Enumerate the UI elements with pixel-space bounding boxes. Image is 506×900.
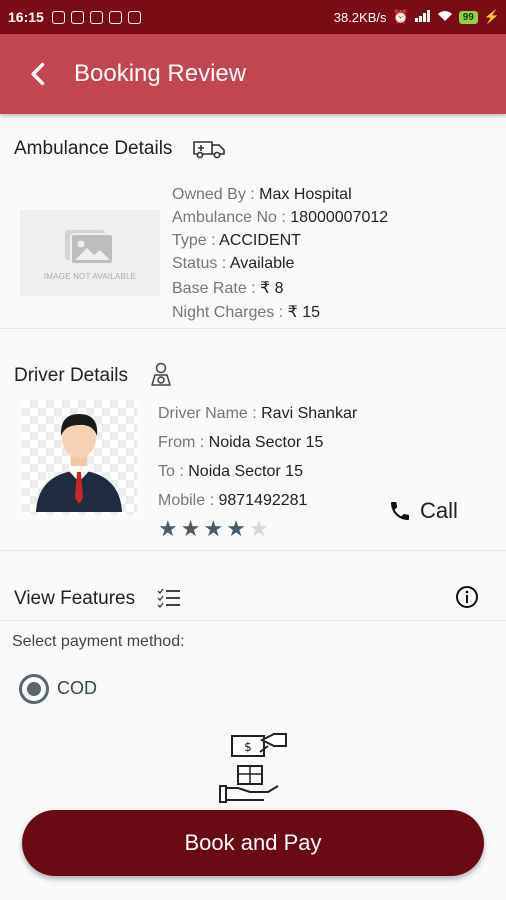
phone-icon	[391, 502, 409, 520]
app-bar: Booking Review	[0, 34, 506, 114]
star-empty-icon: ★	[248, 516, 269, 541]
ambulance-no-row: Ambulance No : 18000007012	[172, 209, 389, 226]
star-filled-icon: ★	[203, 516, 224, 541]
cash-payment-icon: $	[219, 733, 287, 803]
base-rate-value: ₹ 8	[260, 280, 284, 297]
status-time: 16:15	[8, 9, 44, 25]
back-arrow-icon	[31, 62, 45, 86]
info-button[interactable]	[455, 585, 479, 614]
notification-icon	[89, 10, 103, 24]
to-row: To : Noida Sector 15	[158, 463, 303, 480]
star-filled-icon: ★	[180, 516, 201, 541]
owned-by-row: Owned By : Max Hospital	[172, 186, 352, 203]
notification-icon	[51, 10, 65, 24]
status-row: Status : Available	[172, 255, 295, 272]
type-value: ACCIDENT	[219, 232, 301, 249]
charging-icon: ⚡	[483, 9, 500, 24]
call-label: Call	[420, 498, 458, 523]
driver-icon	[151, 362, 171, 386]
ambulance-icon	[193, 141, 225, 159]
call-button[interactable]: Call	[388, 498, 458, 524]
night-charges-row: Night Charges : ₹ 15	[172, 304, 321, 321]
mobile-row: Mobile : 9871492281	[158, 492, 308, 509]
mobile-value: 9871492281	[218, 492, 308, 509]
to-value: Noida Sector 15	[188, 463, 303, 480]
radio-selected-dot	[27, 682, 41, 696]
notification-icon	[127, 10, 141, 24]
driver-rating: ★ ★ ★ ★ ★	[158, 518, 269, 540]
image-icon	[65, 229, 114, 265]
view-features-label[interactable]: View Features	[14, 588, 135, 610]
driver-name-row: Driver Name : Ravi Shankar	[158, 405, 358, 422]
ambulance-image-placeholder: IMAGE NOT AVAILABLE	[20, 210, 160, 296]
owned-by-value: Max Hospital	[259, 186, 352, 203]
divider	[0, 620, 506, 621]
night-charges-value: ₹ 15	[287, 304, 321, 321]
cod-label[interactable]: COD	[57, 678, 97, 699]
divider	[0, 328, 506, 329]
divider	[0, 550, 506, 551]
checklist-icon[interactable]	[157, 587, 181, 609]
signal-icon	[414, 9, 431, 25]
base-rate-row: Base Rate : ₹ 8	[172, 280, 284, 297]
type-row: Type : ACCIDENT	[172, 232, 301, 249]
ambulance-no-value: 18000007012	[290, 209, 389, 226]
back-button[interactable]	[14, 49, 64, 99]
status-value: Available	[229, 255, 295, 272]
driver-section-title: Driver Details	[14, 365, 129, 386]
payment-method-label: Select payment method:	[12, 633, 185, 650]
driver-avatar-illustration	[36, 414, 122, 512]
battery-icon: 99	[458, 10, 478, 24]
network-speed: 38.2KB/s	[333, 9, 387, 25]
star-filled-icon: ★	[226, 516, 246, 541]
star-filled-icon: ★	[158, 516, 178, 541]
notification-icons	[51, 10, 141, 24]
notification-icon	[70, 10, 84, 24]
status-bar: 16:15 38.2KB/s ⏰ 99 ⚡	[0, 0, 506, 34]
svg-text:$: $	[244, 740, 252, 754]
cod-radio[interactable]	[19, 674, 49, 704]
driver-avatar	[22, 400, 137, 515]
info-icon	[456, 586, 478, 608]
book-and-pay-button[interactable]: Book and Pay	[22, 810, 484, 876]
notification-icon	[108, 10, 122, 24]
ambulance-section-title: Ambulance Details	[14, 138, 173, 159]
page-title: Booking Review	[74, 60, 247, 87]
image-not-available-text: IMAGE NOT AVAILABLE	[43, 271, 137, 281]
alarm-icon: ⏰	[392, 9, 409, 24]
wifi-icon	[437, 10, 453, 25]
from-row: From : Noida Sector 15	[158, 434, 324, 451]
status-right: 38.2KB/s ⏰ 99 ⚡	[334, 0, 500, 34]
from-value: Noida Sector 15	[208, 434, 324, 451]
driver-name-value: Ravi Shankar	[261, 405, 358, 422]
